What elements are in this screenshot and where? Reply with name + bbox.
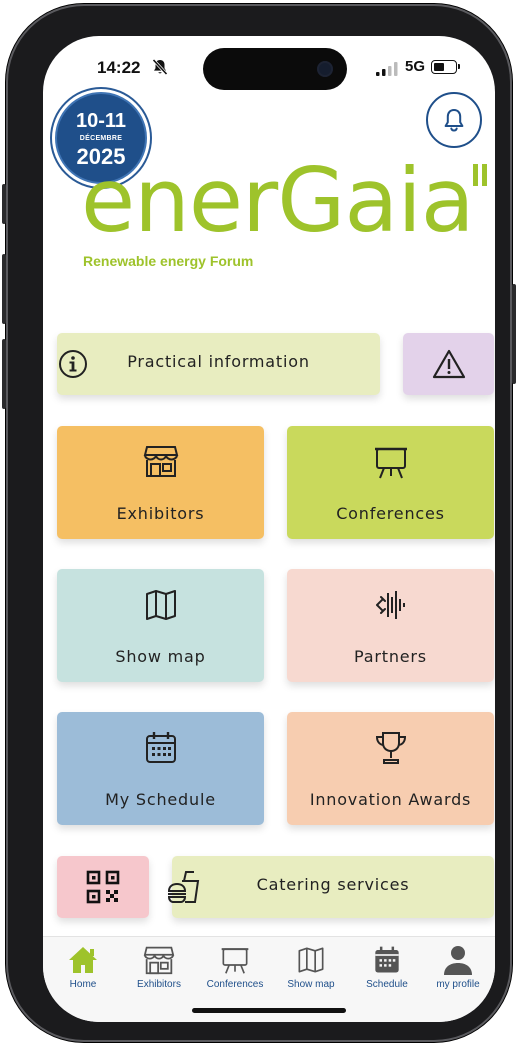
side-button-volume-down bbox=[2, 339, 6, 409]
phone-frame: 14:22 5G 10-11 DÉCEMBRE 2025 enerGaia Re… bbox=[2, 4, 516, 1042]
signal-icon bbox=[376, 62, 398, 76]
partners-icon bbox=[375, 591, 405, 619]
tab-exhibitors[interactable]: Exhibitors bbox=[124, 945, 194, 990]
tab-schedule-label: Schedule bbox=[366, 979, 408, 990]
tab-exhibitors-label: Exhibitors bbox=[137, 979, 181, 990]
bell-off-icon bbox=[152, 58, 168, 76]
practical-info-label: Practical information bbox=[127, 352, 310, 371]
conferences-button[interactable]: Conferences bbox=[287, 426, 494, 539]
network-type: 5G bbox=[405, 58, 426, 75]
store-icon bbox=[143, 946, 175, 975]
qr-code-button[interactable] bbox=[57, 856, 149, 918]
brand-tagline: Renewable energy Forum bbox=[83, 253, 254, 269]
exhibitors-label: Exhibitors bbox=[116, 504, 205, 523]
map-icon bbox=[298, 947, 324, 973]
logo-mark bbox=[482, 164, 487, 186]
home-icon bbox=[69, 947, 97, 973]
tab-show-map[interactable]: Show map bbox=[276, 945, 346, 990]
show-map-button[interactable]: Show map bbox=[57, 569, 264, 682]
bell-icon bbox=[444, 109, 464, 132]
side-button-power bbox=[512, 284, 516, 384]
tab-home[interactable]: Home bbox=[48, 945, 118, 990]
event-month: DÉCEMBRE bbox=[79, 135, 123, 142]
store-icon bbox=[143, 446, 178, 477]
partners-label: Partners bbox=[354, 647, 427, 666]
calendar-icon bbox=[145, 732, 176, 763]
easel-icon bbox=[221, 948, 249, 974]
side-button-volume-up bbox=[2, 254, 6, 324]
status-bar: 14:22 5G bbox=[43, 36, 495, 96]
conferences-label: Conferences bbox=[336, 504, 445, 523]
my-schedule-label: My Schedule bbox=[105, 790, 216, 809]
camera-icon bbox=[317, 61, 333, 77]
qr-code-icon bbox=[86, 870, 120, 904]
logo-mark bbox=[473, 164, 478, 186]
exhibitors-button[interactable]: Exhibitors bbox=[57, 426, 264, 539]
screen: 14:22 5G 10-11 DÉCEMBRE 2025 enerGaia Re… bbox=[43, 36, 495, 1022]
innovation-awards-button[interactable]: Innovation Awards bbox=[287, 712, 494, 825]
calendar-icon bbox=[375, 946, 399, 973]
catering-services-label: Catering services bbox=[256, 875, 410, 894]
easel-icon bbox=[374, 447, 407, 479]
catering-services-button[interactable]: Catering services bbox=[167, 856, 494, 918]
map-icon bbox=[145, 590, 176, 620]
show-map-label: Show map bbox=[115, 647, 206, 666]
tab-conferences[interactable]: Conferences bbox=[200, 945, 270, 990]
dynamic-island bbox=[203, 48, 347, 90]
event-days: 10-11 bbox=[75, 110, 127, 132]
tab-home-label: Home bbox=[69, 979, 97, 990]
enargaia-logo: enerGaia bbox=[81, 149, 491, 264]
innovation-awards-label: Innovation Awards bbox=[309, 790, 472, 809]
tab-schedule[interactable]: Schedule bbox=[352, 945, 422, 990]
trophy-icon bbox=[375, 732, 406, 764]
home-indicator[interactable] bbox=[192, 1008, 346, 1013]
battery-level bbox=[434, 63, 444, 71]
warning-icon bbox=[432, 349, 466, 379]
tab-my-profile[interactable]: my profile bbox=[423, 945, 493, 990]
practical-info-button[interactable]: Practical information bbox=[57, 333, 380, 395]
battery-icon bbox=[431, 60, 460, 74]
tab-conferences-label: Conferences bbox=[206, 979, 264, 990]
partners-button[interactable]: Partners bbox=[287, 569, 494, 682]
status-time: 14:22 bbox=[97, 58, 141, 77]
alert-button[interactable] bbox=[403, 333, 494, 395]
my-schedule-button[interactable]: My Schedule bbox=[57, 712, 264, 825]
side-button-action bbox=[2, 184, 6, 224]
user-icon bbox=[444, 946, 472, 975]
tab-my-profile-label: my profile bbox=[436, 979, 480, 990]
tab-show-map-label: Show map bbox=[287, 979, 335, 990]
brand-name: enerGaia bbox=[81, 149, 475, 252]
notifications-button[interactable] bbox=[426, 92, 482, 148]
